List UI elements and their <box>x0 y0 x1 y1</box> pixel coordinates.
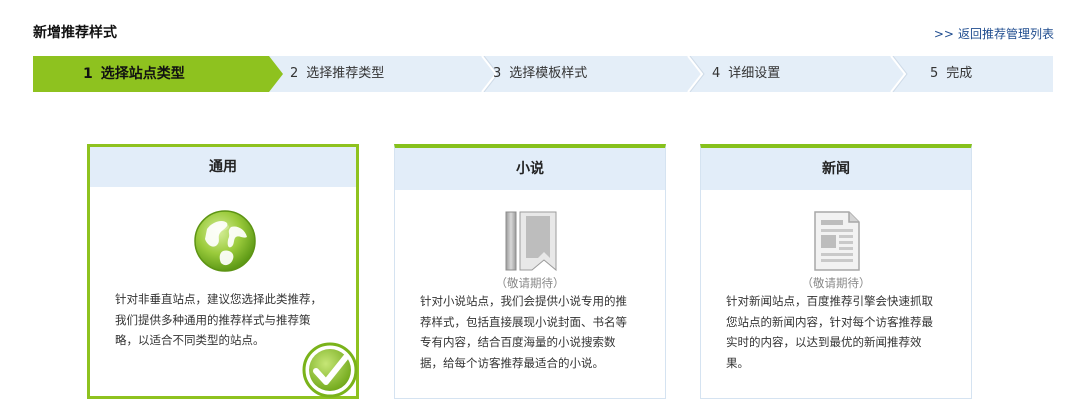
globe-icon <box>194 210 256 272</box>
card-description: 针对新闻站点，百度推荐引擎会快速抓取 您站点的新闻内容，针对每个访客推荐最 实时… <box>726 294 933 370</box>
step-divider <box>890 56 908 92</box>
step-number: 4 <box>712 66 721 81</box>
step-label: 选择站点类型 <box>100 66 185 82</box>
wizard-stepper: 1 选择站点类型 2 选择推荐类型 3 选择模板样式 4 详细设置 5 完成 <box>33 56 1053 92</box>
book-icon <box>505 211 557 272</box>
step-2[interactable]: 2 选择推荐类型 <box>283 56 481 92</box>
step-3[interactable]: 3 选择模板样式 <box>493 56 687 92</box>
step-label: 完成 <box>946 66 973 81</box>
site-type-card-news[interactable]: 新闻 （敬请期待） 针对新闻站点，百度推荐引擎会快速抓取 您站点的新闻内容，针对… <box>700 144 972 399</box>
step-divider <box>687 56 705 92</box>
back-link-label: 返回推荐管理列表 <box>957 27 1054 41</box>
newspaper-icon <box>814 211 860 271</box>
card-title: 通用 <box>90 147 356 187</box>
step-label: 选择推荐类型 <box>306 66 385 81</box>
coming-soon-label: （敬请期待） <box>801 276 871 290</box>
card-description: 针对小说站点，我们会提供小说专用的推 荐样式，包括直接展现小说封面、书名等 专有… <box>420 294 627 370</box>
card-title: 新闻 <box>701 148 971 190</box>
double-chevron-right-icon: >> <box>933 27 954 41</box>
page-title: 新增推荐样式 <box>33 25 117 41</box>
step-label: 详细设置 <box>728 66 781 81</box>
step-5[interactable]: 5 完成 <box>908 56 1053 92</box>
back-to-list-link[interactable]: >> 返回推荐管理列表 <box>934 25 1054 42</box>
card-title: 小说 <box>395 148 665 190</box>
step-number: 3 <box>493 66 502 81</box>
step-number: 5 <box>930 66 939 81</box>
step-1[interactable]: 1 选择站点类型 <box>33 56 283 92</box>
checkmark-icon <box>302 342 358 398</box>
site-type-card-novel[interactable]: 小说 （敬请期待） 针对小说站点，我们会提供小说专用的推 荐样式，包括直接展现小… <box>394 144 666 399</box>
step-number: 1 <box>83 66 93 82</box>
step-number: 2 <box>290 66 299 81</box>
step-4[interactable]: 4 详细设置 <box>705 56 890 92</box>
step-label: 选择模板样式 <box>509 66 588 81</box>
coming-soon-label: （敬请期待） <box>495 276 565 290</box>
site-type-card-general[interactable]: 通用 针对非垂直站点，建议您选择此类推荐， 我们提供多种通用的推荐样式与推荐策 … <box>87 144 359 399</box>
